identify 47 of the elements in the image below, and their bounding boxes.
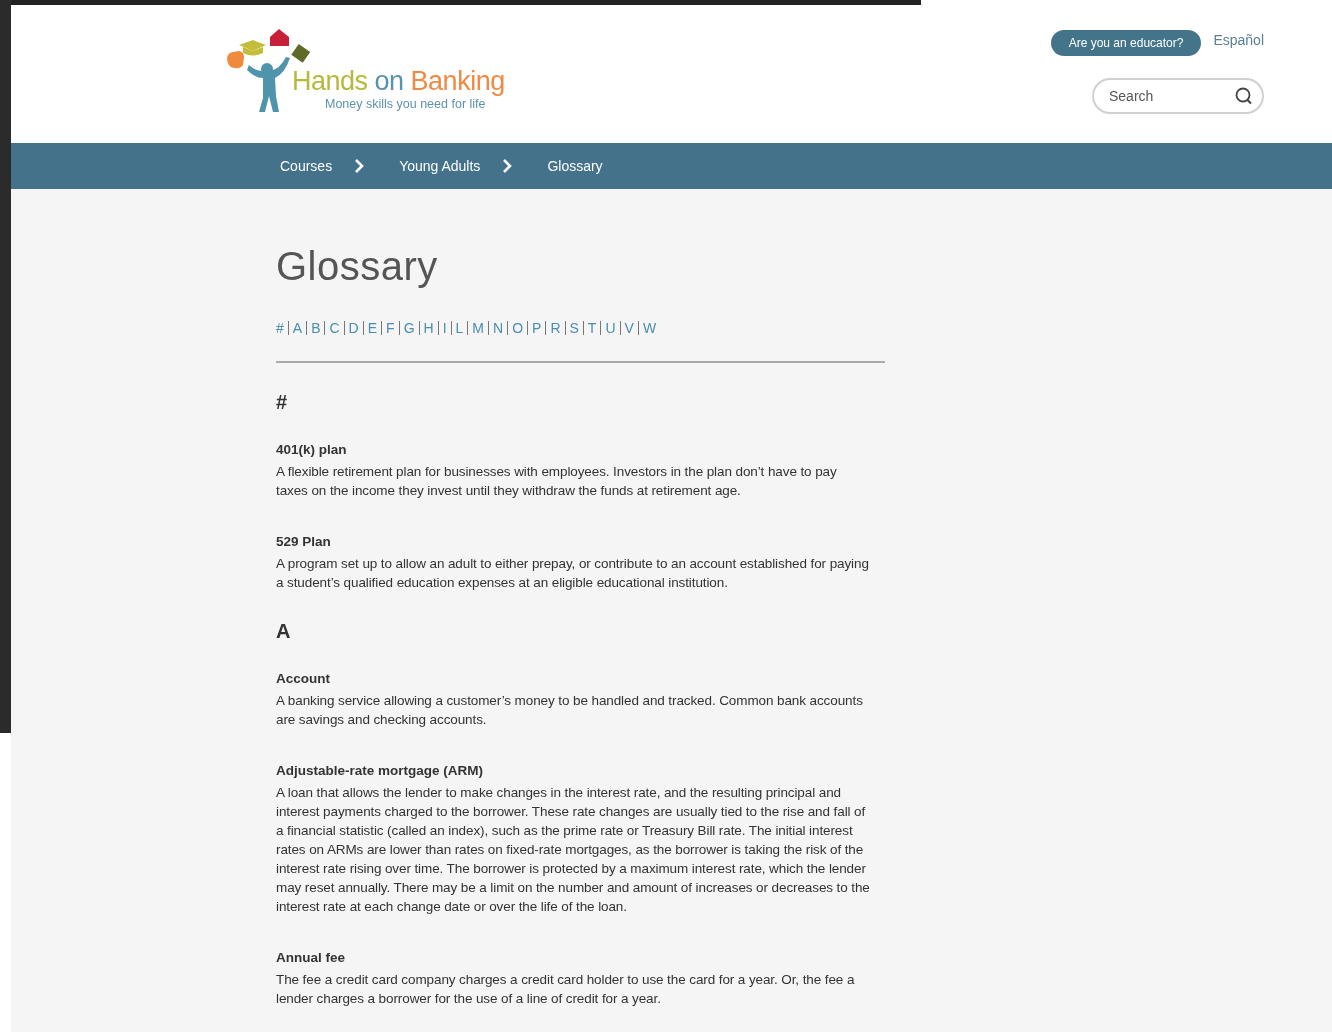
letter-link[interactable]: W bbox=[637, 321, 661, 335]
breadcrumb-link[interactable]: Glossary bbox=[547, 158, 603, 174]
letter-link[interactable]: H bbox=[418, 321, 438, 335]
letter-link[interactable]: I bbox=[437, 321, 451, 335]
breadcrumb-link[interactable]: Young Adults bbox=[399, 158, 481, 174]
letter-link[interactable]: U bbox=[600, 321, 620, 335]
letter-link[interactable]: S bbox=[564, 321, 583, 335]
letter-link[interactable]: C bbox=[324, 321, 344, 335]
chevron-icon bbox=[354, 159, 365, 173]
letter-link[interactable]: D bbox=[343, 321, 363, 335]
letter-link[interactable]: M bbox=[467, 321, 488, 335]
letter-link[interactable]: # bbox=[276, 321, 288, 335]
section-heading: # bbox=[276, 391, 289, 414]
language-link[interactable]: Español bbox=[1213, 32, 1264, 48]
term-definition: A banking service allowing a customer’s money to be handled and tracked. Common bank accounts are savings and checking accounts. bbox=[276, 692, 864, 729]
educator-button[interactable]: Are you an educator? bbox=[1050, 30, 1202, 56]
letter-link[interactable]: N bbox=[488, 321, 508, 335]
page-title: Glossary bbox=[276, 244, 439, 289]
glossary-term: Annual fee bbox=[276, 950, 346, 965]
letter-link[interactable]: T bbox=[582, 321, 601, 335]
term-definition: The fee a credit card company charges a credit card holder to use the card for a year. Or, the fee a lender charges a borrower for the use of a line of credit for a year. bbox=[276, 971, 856, 1008]
logo-wordmark: Banking bbox=[410, 68, 505, 95]
letter-link[interactable]: F bbox=[381, 321, 399, 335]
chevron-icon bbox=[502, 159, 513, 173]
logo-wordmark: on bbox=[374, 68, 404, 95]
term-definition: A program set up to allow an adult to either prepay, or contribute to an account established for paying a student’s qualified education expenses at an eligible educational institution. bbox=[276, 555, 870, 592]
term-definition: A loan that allows the lender to make changes in the interest rate, and the resulting principal and interest payments charged to the borrower. These rate changes are usually tied to the rise and fall of a financial statistic (called an index), such as the prime rate or Treasury Bill rate. The initial interest rates on ARMs are lower than rates on fixed-rate mortgages, as the borrower is taking the risk of the interest rate rising over time. The borrower is protected by a maximum interest rate, which the lender may reset annually. There may be a limit on the number and amount of increases or decreases to the interest rate at each change date or over the life of the loan. bbox=[276, 784, 871, 916]
letter-link[interactable]: E bbox=[362, 321, 382, 335]
letter-link[interactable]: V bbox=[619, 321, 638, 335]
letter-link[interactable]: P bbox=[527, 321, 546, 335]
section-heading: A bbox=[276, 620, 292, 643]
glossary-term: 529 Plan bbox=[276, 534, 332, 549]
glossary-term: 401(k) plan bbox=[276, 442, 348, 457]
letter-link[interactable]: B bbox=[306, 321, 325, 335]
term-definition: A flexible retirement plan for businesses with employees. Investors in the plan don’t have to pay taxes on the income they invest until they withdraw the funds at retirement age. bbox=[276, 463, 838, 500]
logo-tagline: Money skills you need for life bbox=[325, 97, 486, 111]
letter-link[interactable]: L bbox=[450, 321, 468, 335]
glossary-term: Adjustable-rate mortgage (ARM) bbox=[276, 763, 484, 778]
letter-link[interactable]: A bbox=[287, 321, 307, 335]
search-icon[interactable] bbox=[1235, 87, 1253, 105]
letter-link[interactable]: R bbox=[545, 321, 565, 335]
search-field[interactable]: Search bbox=[1092, 78, 1264, 114]
letter-link[interactable]: G bbox=[398, 321, 419, 335]
logo-wordmark: Hands bbox=[292, 68, 368, 95]
breadcrumb-link[interactable]: Courses bbox=[280, 158, 333, 174]
letter-link[interactable]: O bbox=[507, 321, 528, 335]
glossary-term: Account bbox=[276, 671, 331, 686]
